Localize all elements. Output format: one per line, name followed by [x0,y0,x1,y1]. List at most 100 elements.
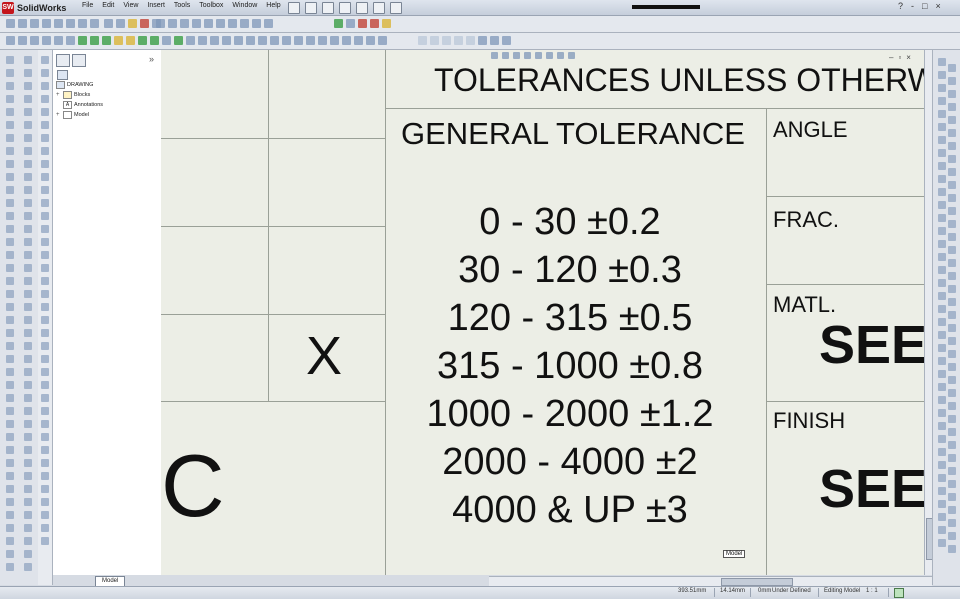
toolbar-icon[interactable] [6,290,14,298]
toolbar-icon[interactable] [6,95,14,103]
toolbar-icon[interactable] [24,95,32,103]
toolbar-icon[interactable] [156,19,165,28]
toolbar-icon[interactable] [938,162,946,170]
toolbar-icon[interactable] [6,550,14,558]
toolbar-icon[interactable] [948,207,956,215]
tree-root[interactable]: DRAWING [56,81,93,89]
toolbar-icon[interactable] [6,342,14,350]
toolbar-icon[interactable] [24,108,32,116]
toolbar-icon[interactable] [24,485,32,493]
toolbar-icon[interactable] [24,433,32,441]
toolbar-icon[interactable] [6,355,14,363]
toolbar-icon[interactable] [41,277,49,285]
toolbar-icon[interactable] [41,290,49,298]
drawing-canvas[interactable]: – ▫ × TOLERANCES UNLESS OTHERWISE S GENE… [161,50,932,575]
toolbar-icon[interactable] [264,19,273,28]
toolbar-icon[interactable] [6,537,14,545]
toolbar-icon[interactable] [354,36,363,45]
toolbar-icon[interactable] [41,238,49,246]
toolbar-icon[interactable] [6,36,15,45]
toolbar-icon[interactable] [24,251,32,259]
toolbar-icon[interactable] [41,355,49,363]
view-orientation-icon[interactable] [535,52,542,59]
toolbar-icon[interactable] [6,186,14,194]
toolbar-icon[interactable] [258,36,267,45]
toolbar-icon[interactable] [948,402,956,410]
toolbar-icon[interactable] [948,246,956,254]
horizontal-scrollbar[interactable] [489,576,932,586]
toolbar-icon[interactable] [938,539,946,547]
toolbar-icon[interactable] [114,36,123,45]
view-settings-icon[interactable] [568,52,575,59]
toolbar-icon[interactable] [24,147,32,155]
toolbar-icon[interactable] [6,121,14,129]
toolbar-icon[interactable] [41,251,49,259]
rebuild-icon[interactable] [373,2,385,14]
toolbar-icon[interactable] [270,36,279,45]
toolbar-icon[interactable] [938,513,946,521]
toolbar-icon[interactable] [41,368,49,376]
toolbar-icon[interactable] [938,370,946,378]
toolbar-icon[interactable] [24,277,32,285]
toolbar-icon[interactable] [948,324,956,332]
toolbar-icon[interactable] [228,19,237,28]
new-icon[interactable] [288,2,300,14]
toolbar-icon[interactable] [948,168,956,176]
toolbar-icon[interactable] [41,381,49,389]
menu-help[interactable]: Help [266,2,280,9]
toolbar-icon[interactable] [41,342,49,350]
toolbar-icon[interactable] [41,95,49,103]
toolbar-icon[interactable] [78,19,87,28]
toolbar-icon[interactable] [6,498,14,506]
toolbar-icon[interactable] [502,36,511,45]
toolbar-icon[interactable] [938,435,946,443]
toolbar-icon[interactable] [938,500,946,508]
toolbar-icon[interactable] [24,225,32,233]
toolbar-icon[interactable] [6,199,14,207]
toolbar-icon[interactable] [948,363,956,371]
open-icon[interactable] [305,2,317,14]
toolbar-icon[interactable] [938,383,946,391]
toolbar-icon[interactable] [378,36,387,45]
toolbar-icon[interactable] [948,389,956,397]
toolbar-icon[interactable] [24,173,32,181]
save-icon[interactable] [322,2,334,14]
toolbar-icon[interactable] [938,357,946,365]
toolbar-icon[interactable] [948,142,956,150]
toolbar-icon[interactable] [6,19,15,28]
status-scale[interactable]: 1 : 1 [866,588,878,594]
toolbar-icon[interactable] [938,149,946,157]
toolbar-icon[interactable] [948,545,956,553]
toolbar-icon[interactable] [6,56,14,64]
toolbar-icon[interactable] [490,36,499,45]
toolbar-icon[interactable] [342,36,351,45]
toolbar-icon[interactable] [41,173,49,181]
toolbar-icon[interactable] [24,160,32,168]
toolbar-icon[interactable] [282,36,291,45]
toolbar-icon[interactable] [948,519,956,527]
toolbar-icon[interactable] [938,97,946,105]
toolbar-icon[interactable] [41,433,49,441]
toolbar-icon[interactable] [948,155,956,163]
toolbar-icon[interactable] [948,532,956,540]
toolbar-icon[interactable] [24,212,32,220]
toolbar-icon[interactable] [24,355,32,363]
toolbar-icon[interactable] [938,227,946,235]
tree-item-model[interactable]: + Model [56,111,89,119]
toolbar-icon[interactable] [138,36,147,45]
toolbar-icon[interactable] [210,36,219,45]
toolbar-icon[interactable] [948,77,956,85]
toolbar-icon[interactable] [41,498,49,506]
toolbar-icon[interactable] [938,279,946,287]
toolbar-icon[interactable] [42,19,51,28]
toolbar-icon[interactable] [948,259,956,267]
run-macro-icon[interactable] [334,19,343,28]
toolbar-icon[interactable] [6,134,14,142]
toolbar-icon[interactable] [24,186,32,194]
toolbar-icon[interactable] [41,82,49,90]
toolbar-icon[interactable] [24,316,32,324]
toolbar-icon[interactable] [6,69,14,77]
toolbar-icon[interactable] [41,264,49,272]
toolbar-icon[interactable] [938,188,946,196]
toolbar-icon[interactable] [938,58,946,66]
